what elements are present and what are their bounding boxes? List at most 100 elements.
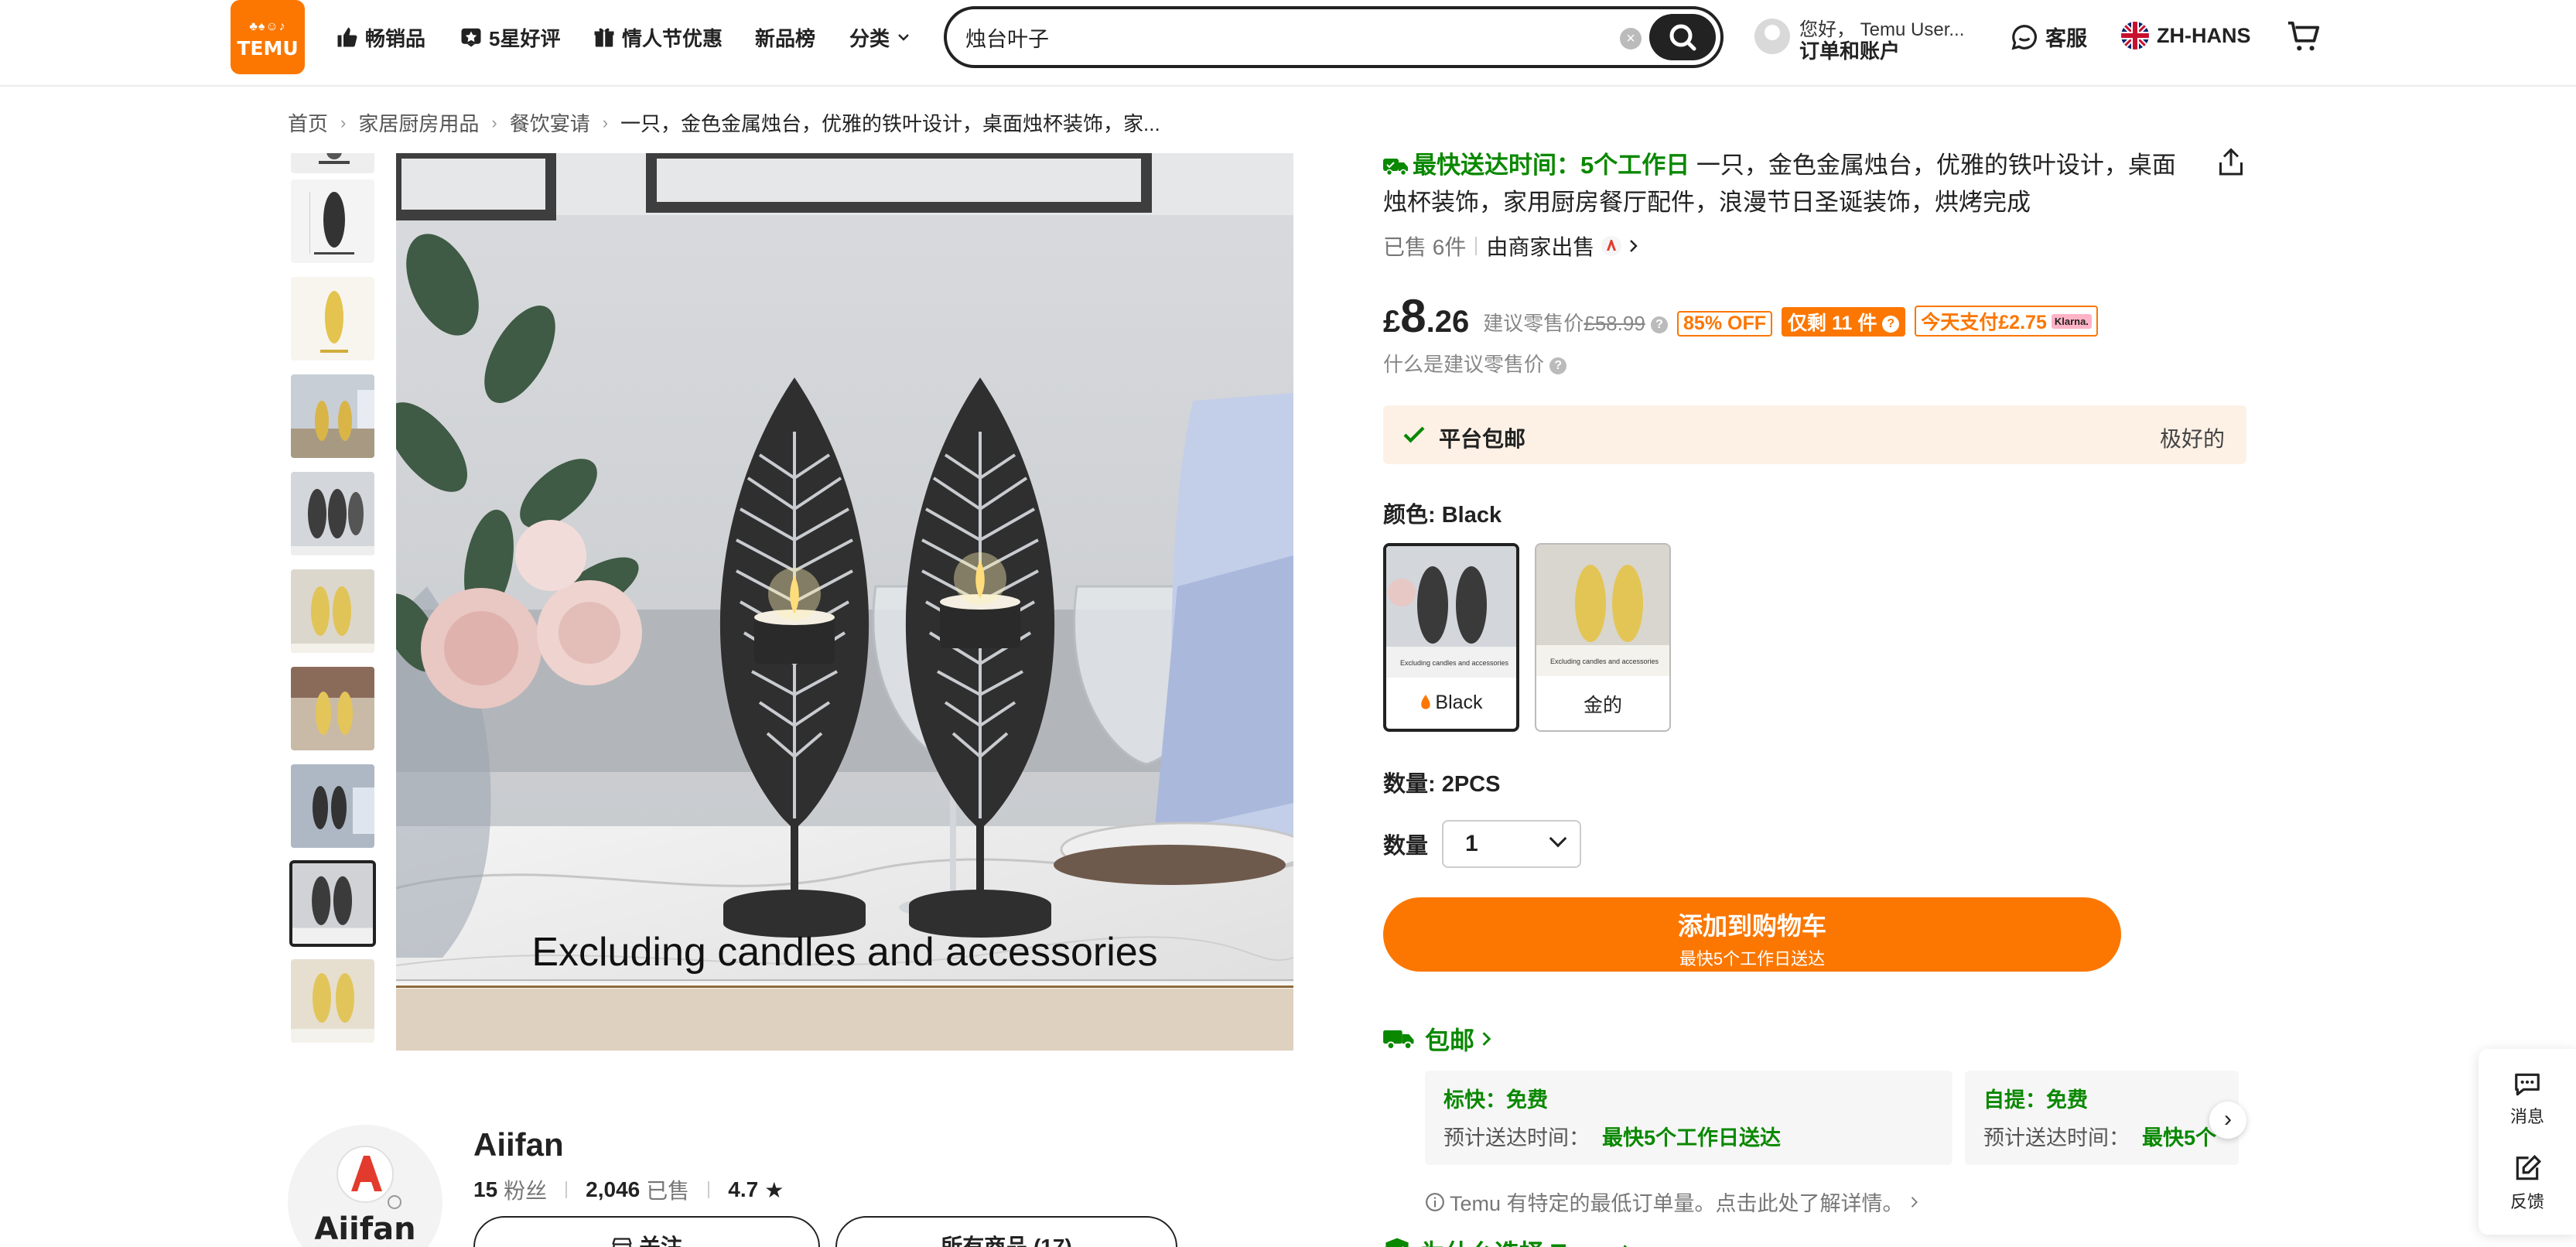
store-logo[interactable]: Aiifan xyxy=(288,1125,442,1247)
help-icon[interactable]: ? xyxy=(1651,316,1669,334)
shipping-option-title: 标快：免费 xyxy=(1443,1088,1548,1112)
breadcrumb-home[interactable]: 首页 xyxy=(288,108,328,137)
shipping-section-title[interactable]: 包邮 xyxy=(1383,1021,2246,1057)
search-input[interactable] xyxy=(965,23,1584,51)
thumbnail-strip[interactable] xyxy=(288,153,378,1051)
search-button[interactable] xyxy=(1649,14,1716,60)
divider xyxy=(1475,237,1478,255)
nav-five-star[interactable]: 5星好评 xyxy=(460,19,560,56)
shipping-option-standard[interactable]: 标快：免费 预计送达时间： 最快5个工作日送达 xyxy=(1425,1071,1952,1165)
sold-row: 已售 6件 由商家出售 xyxy=(1383,231,2246,261)
share-icon[interactable] xyxy=(2217,147,2245,178)
candle-holder-photo: Excluding candles and accessories xyxy=(396,153,1293,1051)
star-icon: ★ xyxy=(764,1177,784,1202)
thumbnail[interactable] xyxy=(289,763,376,849)
nav-bestsellers[interactable]: 畅销品 xyxy=(336,19,425,56)
nav-new-arrivals[interactable]: 新品榜 xyxy=(755,19,815,56)
thumbnail[interactable] xyxy=(289,275,376,362)
thumbnail[interactable] xyxy=(289,470,376,557)
color-option-black[interactable]: Excluding candles and accessories Black xyxy=(1383,543,1519,732)
feedback-label: 反馈 xyxy=(2509,1192,2544,1211)
seller-avatar-icon xyxy=(1601,236,1622,256)
shipping-option-title: 自提：免费 xyxy=(1983,1088,2088,1112)
breadcrumb-dining[interactable]: 餐饮宴请 xyxy=(510,108,590,137)
store-sold-label: 已售 xyxy=(646,1179,690,1203)
klarna-badge[interactable]: 今天支付£2.75 Klarna. xyxy=(1915,306,2098,337)
thumbnail[interactable] xyxy=(289,373,376,460)
main-product-image[interactable]: Excluding candles and accessories xyxy=(396,153,1293,1051)
what-is-rrp-link[interactable]: 什么是建议零售价 ? xyxy=(1383,349,2246,378)
price-row: £8.26 建议零售价£58.99 ? 85% OFF 仅剩 11 件 ? 今天… xyxy=(1383,289,2246,343)
thumbnail[interactable] xyxy=(289,178,376,265)
quantity-label: 数量 xyxy=(1383,834,1429,859)
feedback-button[interactable]: 反馈 xyxy=(2479,1154,2576,1213)
thumbnail[interactable] xyxy=(289,665,376,752)
thumbnail[interactable] xyxy=(289,568,376,654)
shipping-option-pickup[interactable]: 自提：免费 预计送达时间： 最快5个 xyxy=(1965,1071,2239,1165)
free-shipping-rating: 极好的 xyxy=(2159,427,2225,451)
shipping-options: 标快：免费 预计送达时间： 最快5个工作日送达 自提：免费 预计送达时间： 最快5个… xyxy=(1425,1071,2246,1165)
thumbnail[interactable] xyxy=(289,958,376,1044)
all-items-label: 所有商品 (17) xyxy=(941,1235,1072,1247)
nav-label: 5星好评 xyxy=(489,26,561,50)
stock-left-badge: 仅剩 11 件 ? xyxy=(1782,307,1906,337)
eta-value: 最快5个 xyxy=(2142,1126,2217,1150)
color-option-gold[interactable]: Excluding candles and accessories 金的 xyxy=(1535,543,1671,732)
nav-categories[interactable]: 分类 xyxy=(849,19,911,56)
breadcrumb-current: 一只，金色金属烛台，优雅的铁叶设计，桌面烛杯装饰，家... xyxy=(620,112,1160,135)
quantity-row: 数量 1 xyxy=(1383,820,2246,868)
nav-label: 情人节优惠 xyxy=(622,26,723,50)
shipping-option-eta: 预计送达时间： 最快5个 xyxy=(1983,1121,2220,1151)
all-items-button[interactable]: 所有商品 (17) xyxy=(835,1216,1177,1247)
nav-label: 新品榜 xyxy=(755,26,816,50)
min-order-note[interactable]: Temu 有特定的最低订单量。点击此处了解详情。 xyxy=(1425,1187,2246,1217)
breadcrumb-home-kitchen[interactable]: 家居厨房用品 xyxy=(358,108,479,137)
cart-button[interactable] xyxy=(2287,19,2322,54)
quantity-select[interactable]: 1 xyxy=(1442,820,1582,868)
followers-count: 15 xyxy=(473,1177,498,1201)
messages-button[interactable]: 消息 xyxy=(2479,1071,2576,1128)
store-stats: 15 粉丝 2,046 已售 4.7 ★ xyxy=(473,1174,784,1205)
fast-delivery-icon xyxy=(1383,159,1408,176)
next-shipping-option-button[interactable]: › xyxy=(2209,1102,2246,1139)
help-icon[interactable]: ? xyxy=(1882,316,1900,333)
add-to-cart-button[interactable]: 添加到购物车 最快5个工作日送达 xyxy=(1383,897,2121,972)
eta-value: 最快5个工作日送达 xyxy=(1602,1126,1782,1150)
search-bar: × xyxy=(944,6,1724,68)
customer-service-link[interactable]: 客服 xyxy=(2010,22,2087,52)
price-integer: 8 xyxy=(1400,290,1426,342)
sold-count: 已售 6件 xyxy=(1383,235,1467,259)
store-rating: 4.7 xyxy=(728,1177,759,1201)
thumbnail-selected[interactable] xyxy=(289,860,376,947)
nav-valentine-deals[interactable]: 情人节优惠 xyxy=(593,19,723,56)
image-caption: Excluding candles and accessories xyxy=(531,930,1157,975)
cart-icon xyxy=(2287,21,2320,51)
messages-label: 消息 xyxy=(2509,1107,2544,1126)
fastest-delivery-label: 最快送达时间：5个工作日 xyxy=(1413,152,1690,179)
follow-store-button[interactable]: 关注 xyxy=(473,1216,820,1247)
store-name[interactable]: Aiifan xyxy=(473,1126,564,1163)
eta-label: 预计送达时间： xyxy=(1983,1126,2130,1150)
clear-search-icon[interactable]: × xyxy=(1620,28,1642,50)
why-temu-link[interactable]: 为什么选择 Temu xyxy=(1383,1234,2246,1247)
seller-link[interactable]: 由商家出售 xyxy=(1486,231,1594,261)
search-icon xyxy=(1669,24,1696,51)
klarna-logo: Klarna. xyxy=(2051,313,2092,329)
product-title: 最快送达时间：5个工作日 一只，金色金属烛台，优雅的铁叶设计，桌面烛杯装饰，家用… xyxy=(1383,147,2195,221)
klarna-label: 今天支付£2.75 xyxy=(1921,312,2047,333)
breadcrumb-separator-icon: › xyxy=(602,112,609,132)
discount-badge: 85% OFF xyxy=(1677,311,1772,337)
temu-logo[interactable]: ♣♠☺♪ TEMU xyxy=(231,0,305,74)
thumbnail[interactable] xyxy=(289,153,376,175)
breadcrumb-separator-icon: › xyxy=(340,112,347,132)
price: £8.26 xyxy=(1383,289,1469,343)
followers-label: 粉丝 xyxy=(504,1179,548,1203)
eta-label: 预计送达时间： xyxy=(1443,1126,1590,1150)
swatch-label-text: Black xyxy=(1435,692,1483,713)
add-to-cart-label: 添加到购物车 xyxy=(1677,912,1826,940)
nav-label: 分类 xyxy=(849,26,890,50)
chat-bubble-icon xyxy=(2011,24,2037,50)
language-selector[interactable]: ZH-HANS xyxy=(2121,22,2251,50)
divider xyxy=(708,1181,710,1198)
divider xyxy=(565,1181,568,1198)
